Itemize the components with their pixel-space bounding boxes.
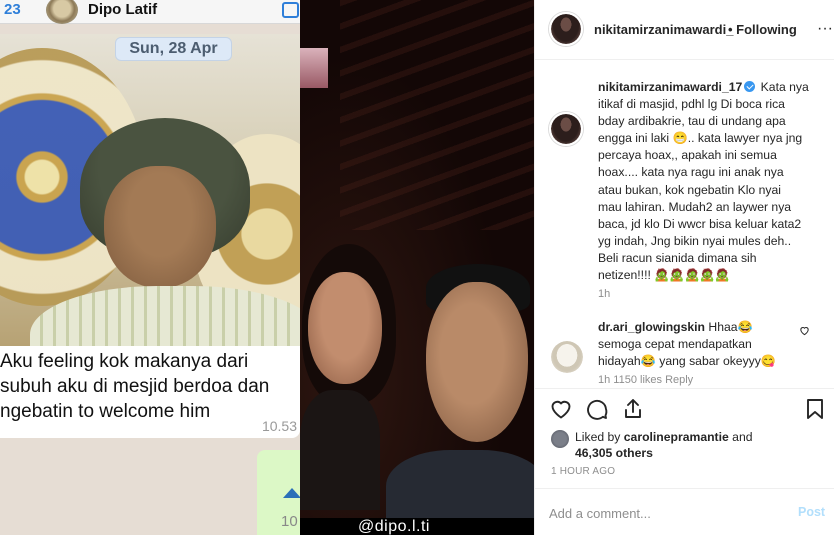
caption-author-avatar[interactable] [549,112,583,146]
chat-message-bubble: Aku feeling kok makanya dari subuh aku d… [0,346,300,438]
heart-icon[interactable] [549,397,573,421]
whatsapp-header: 23 Dipo Latif [0,0,300,24]
post-sidebar: nikitamirzanimawardi_ • Following ··· ni… [534,0,834,535]
author-avatar[interactable] [549,12,583,46]
likes-middle: and [728,430,753,444]
post-media[interactable]: 23 Dipo Latif Sun, 28 Apr Aku feeling ko… [0,0,534,535]
contact-avatar [46,0,78,24]
following-status[interactable]: • Following [728,22,797,37]
unread-count: 23 [4,1,21,18]
likes-text: Liked by carolinepramantie and 46,305 oth… [575,429,825,462]
woman-body [300,390,380,510]
compose-icon [282,2,299,18]
ceiling-texture [340,0,534,230]
likes-count[interactable]: 46,305 others [575,446,653,460]
commenter-avatar[interactable] [551,341,583,373]
post-timestamp[interactable]: 1 HOUR AGO [551,466,615,477]
caption-username[interactable]: nikitamirzanimawardi_17 [598,80,742,94]
post-header: nikitamirzanimawardi_ • Following ··· [535,0,834,60]
verified-badge-icon [744,81,756,92]
chat-message-time: 10.53 [261,418,297,434]
author-username[interactable]: nikitamirzanimawardi_ [594,22,733,37]
contact-name: Dipo Latif [88,1,158,18]
add-comment-bar: Post [535,488,834,535]
post-comment-button[interactable]: Post [798,505,825,519]
date-chip: Sun, 28 Apr [115,37,232,61]
man-face [426,282,528,442]
person-face [104,166,216,288]
post-caption: nikitamirzanimawardi_17 Kata nya itikaf … [598,79,830,284]
chat-photo [0,34,300,346]
likes-prefix: Liked by [575,430,624,444]
outgoing-bubble-time: 10 [281,513,298,530]
ellipsis-icon[interactable]: ··· [817,21,833,37]
liker-avatar[interactable] [551,430,569,448]
caption-time[interactable]: 1h [598,288,610,300]
share-arrow-icon [283,488,300,498]
comment-meta: 1h 1150 likes Reply [598,374,694,386]
comment-text: dr.ari_glowingskin Hhaa😂 semoga cepat me… [598,319,808,370]
likes-summary: Liked by carolinepramantie and 46,305 oth… [535,426,834,462]
commenter-username[interactable]: dr.ari_glowingskin [598,320,705,334]
selfie-photo: @dipo.l.ti [300,0,534,535]
caption-body: Kata nya itikaf di masjid, pdhl lg Di bo… [598,80,809,283]
whatsapp-screenshot: 23 Dipo Latif Sun, 28 Apr Aku feeling ko… [0,0,300,535]
comment-icon[interactable] [585,397,609,421]
comment-like-heart-icon[interactable] [799,325,810,336]
pink-light [300,48,328,88]
chat-message-text: Aku feeling kok makanya dari subuh aku d… [0,351,270,422]
selfie-caption-text: @dipo.l.ti [358,518,430,535]
bookmark-icon[interactable] [803,397,827,421]
woman-face [308,272,382,384]
liker-username[interactable]: carolinepramantie [624,430,729,444]
share-icon[interactable] [621,397,645,421]
comment-input[interactable] [549,503,779,523]
